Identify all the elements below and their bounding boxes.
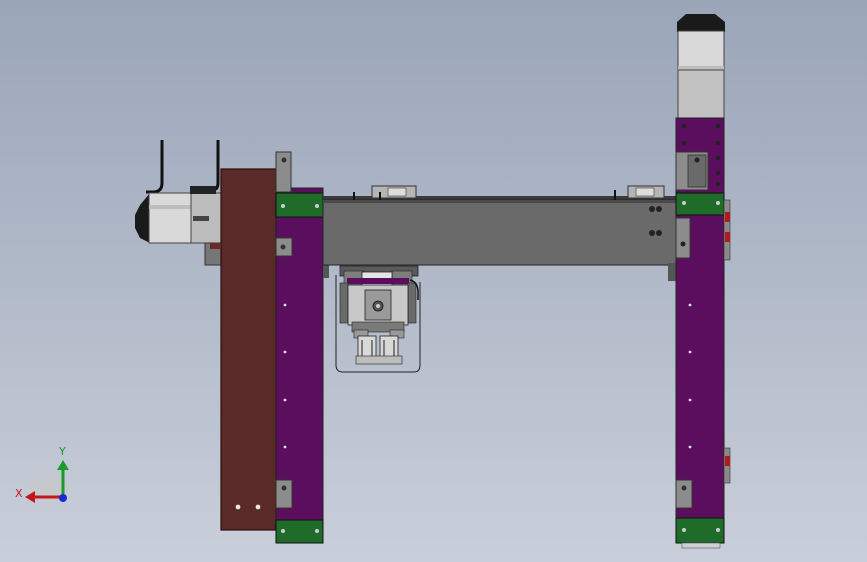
gripper-carriage[interactable] bbox=[335, 265, 421, 373]
left-linear-column[interactable] bbox=[275, 151, 329, 544]
cad-viewport[interactable]: Y X bbox=[0, 0, 867, 562]
y-axis-label: Y bbox=[58, 445, 66, 458]
left-servo-motor[interactable] bbox=[135, 140, 224, 266]
cad-model-drawing[interactable]: Y X bbox=[0, 0, 867, 562]
right-linear-column[interactable] bbox=[675, 117, 731, 549]
right-servo-motor[interactable] bbox=[677, 14, 725, 121]
coordinate-triad: Y X bbox=[15, 445, 69, 503]
mounting-plate[interactable] bbox=[220, 168, 277, 531]
x-axis-label: X bbox=[15, 487, 23, 500]
